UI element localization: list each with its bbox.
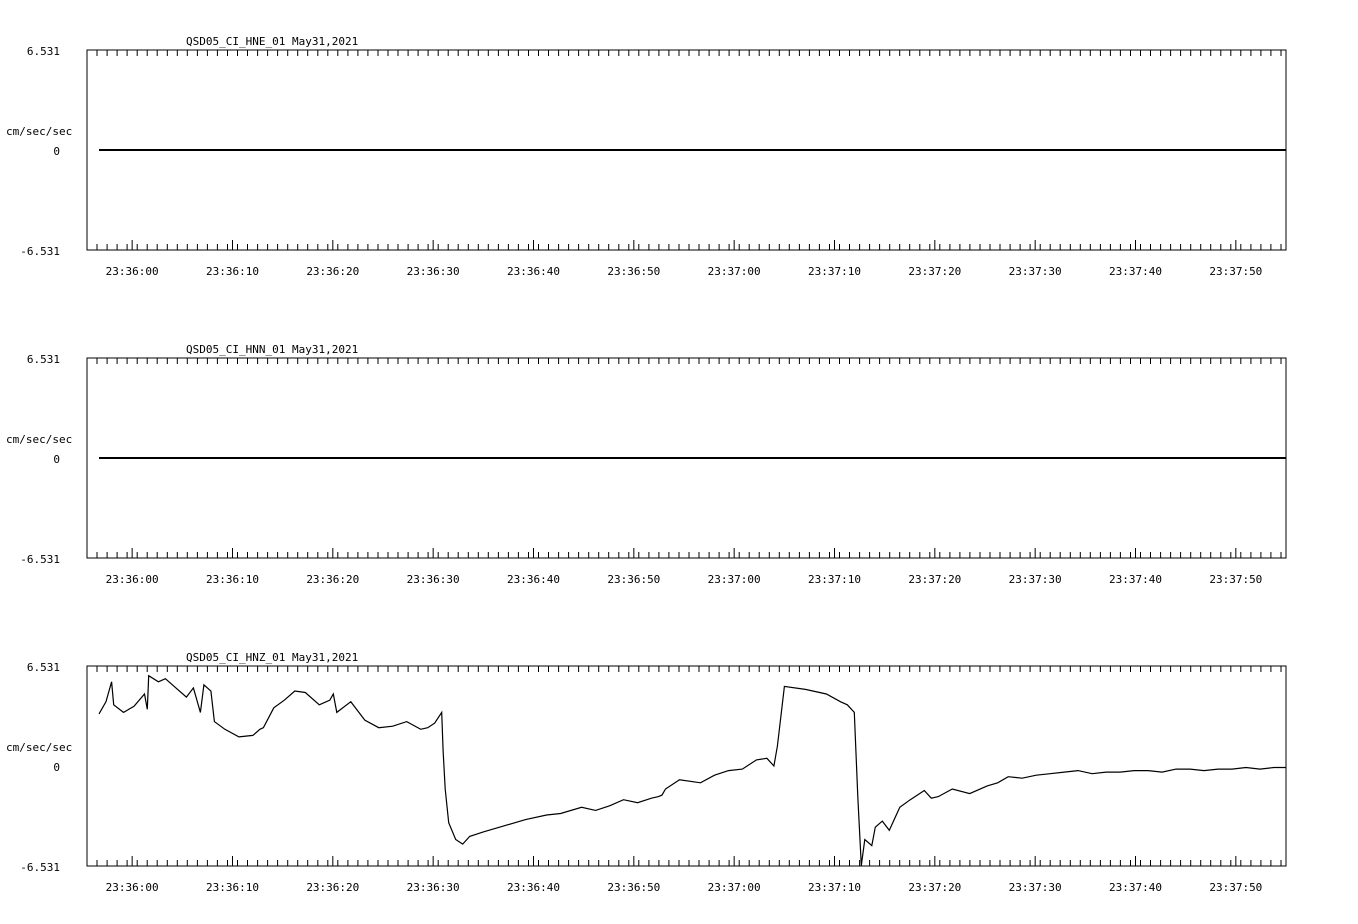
x-tick-label: 23:37:00	[708, 573, 761, 586]
y-tick-label: 6.531	[27, 45, 60, 58]
minor-ticks	[96, 666, 1282, 866]
x-tick-label: 23:37:40	[1109, 881, 1162, 894]
x-tick-label: 23:37:20	[908, 881, 961, 894]
y-tick-label: -6.531	[20, 245, 60, 258]
y-tick-label: 6.531	[27, 661, 60, 674]
x-tick-label: 23:37:20	[908, 573, 961, 586]
x-tick-label: 23:37:10	[808, 573, 861, 586]
x-tick-label: 23:36:50	[607, 881, 660, 894]
x-tick-label: 23:37:00	[708, 265, 761, 278]
x-tick-label: 23:37:50	[1209, 573, 1262, 586]
y-tick-label: 0	[53, 145, 60, 158]
x-tick-label: 23:37:40	[1109, 573, 1162, 586]
y-tick-label: -6.531	[20, 553, 60, 566]
x-tick-label: 23:37:30	[1009, 573, 1062, 586]
x-tick-label: 23:36:00	[106, 265, 159, 278]
x-tick-label: 23:37:20	[908, 265, 961, 278]
x-tick-label: 23:36:00	[106, 573, 159, 586]
y-tick-label: 6.531	[27, 353, 60, 366]
x-tick-label: 23:37:00	[708, 881, 761, 894]
y-axis-label: cm/sec/sec	[6, 433, 72, 446]
x-tick-label: 23:36:00	[106, 881, 159, 894]
x-tick-label: 23:36:30	[407, 265, 460, 278]
x-tick-label: 23:37:40	[1109, 265, 1162, 278]
x-tick-label: 23:36:10	[206, 573, 259, 586]
x-tick-label: 23:36:10	[206, 265, 259, 278]
chart-title: QSD05_CI_HNN_01 May31,2021	[186, 343, 358, 356]
x-tick-label: 23:37:10	[808, 265, 861, 278]
x-tick-label: 23:36:20	[306, 573, 359, 586]
x-tick-label: 23:36:40	[507, 265, 560, 278]
x-tick-label: 23:36:40	[507, 881, 560, 894]
x-tick-label: 23:36:20	[306, 881, 359, 894]
x-tick-label: 23:37:50	[1209, 881, 1262, 894]
y-tick-label: 0	[53, 761, 60, 774]
y-axis-label: cm/sec/sec	[6, 741, 72, 754]
y-tick-label: -6.531	[20, 861, 60, 874]
x-tick-label: 23:36:20	[306, 265, 359, 278]
x-tick-label: 23:36:30	[407, 573, 460, 586]
x-tick-label: 23:36:10	[206, 881, 259, 894]
x-tick-label: 23:37:50	[1209, 265, 1262, 278]
x-tick-label: 23:37:30	[1009, 265, 1062, 278]
x-tick-label: 23:36:40	[507, 573, 560, 586]
chart-title: QSD05_CI_HNE_01 May31,2021	[186, 35, 358, 48]
x-tick-label: 23:37:10	[808, 881, 861, 894]
x-tick-label: 23:37:30	[1009, 881, 1062, 894]
chart-title: QSD05_CI_HNZ_01 May31,2021	[186, 651, 358, 664]
x-tick-label: 23:36:50	[607, 265, 660, 278]
x-tick-label: 23:36:50	[607, 573, 660, 586]
plot-frame	[86, 665, 1287, 867]
y-tick-label: 0	[53, 453, 60, 466]
y-axis-label: cm/sec/sec	[6, 125, 72, 138]
series-line	[98, 674, 1286, 866]
x-tick-label: 23:36:30	[407, 881, 460, 894]
seismogram-figure: QSD05_CI_HNE_01 May31,2021 6.531 0 -6.531 cm…	[6, 35, 1287, 894]
